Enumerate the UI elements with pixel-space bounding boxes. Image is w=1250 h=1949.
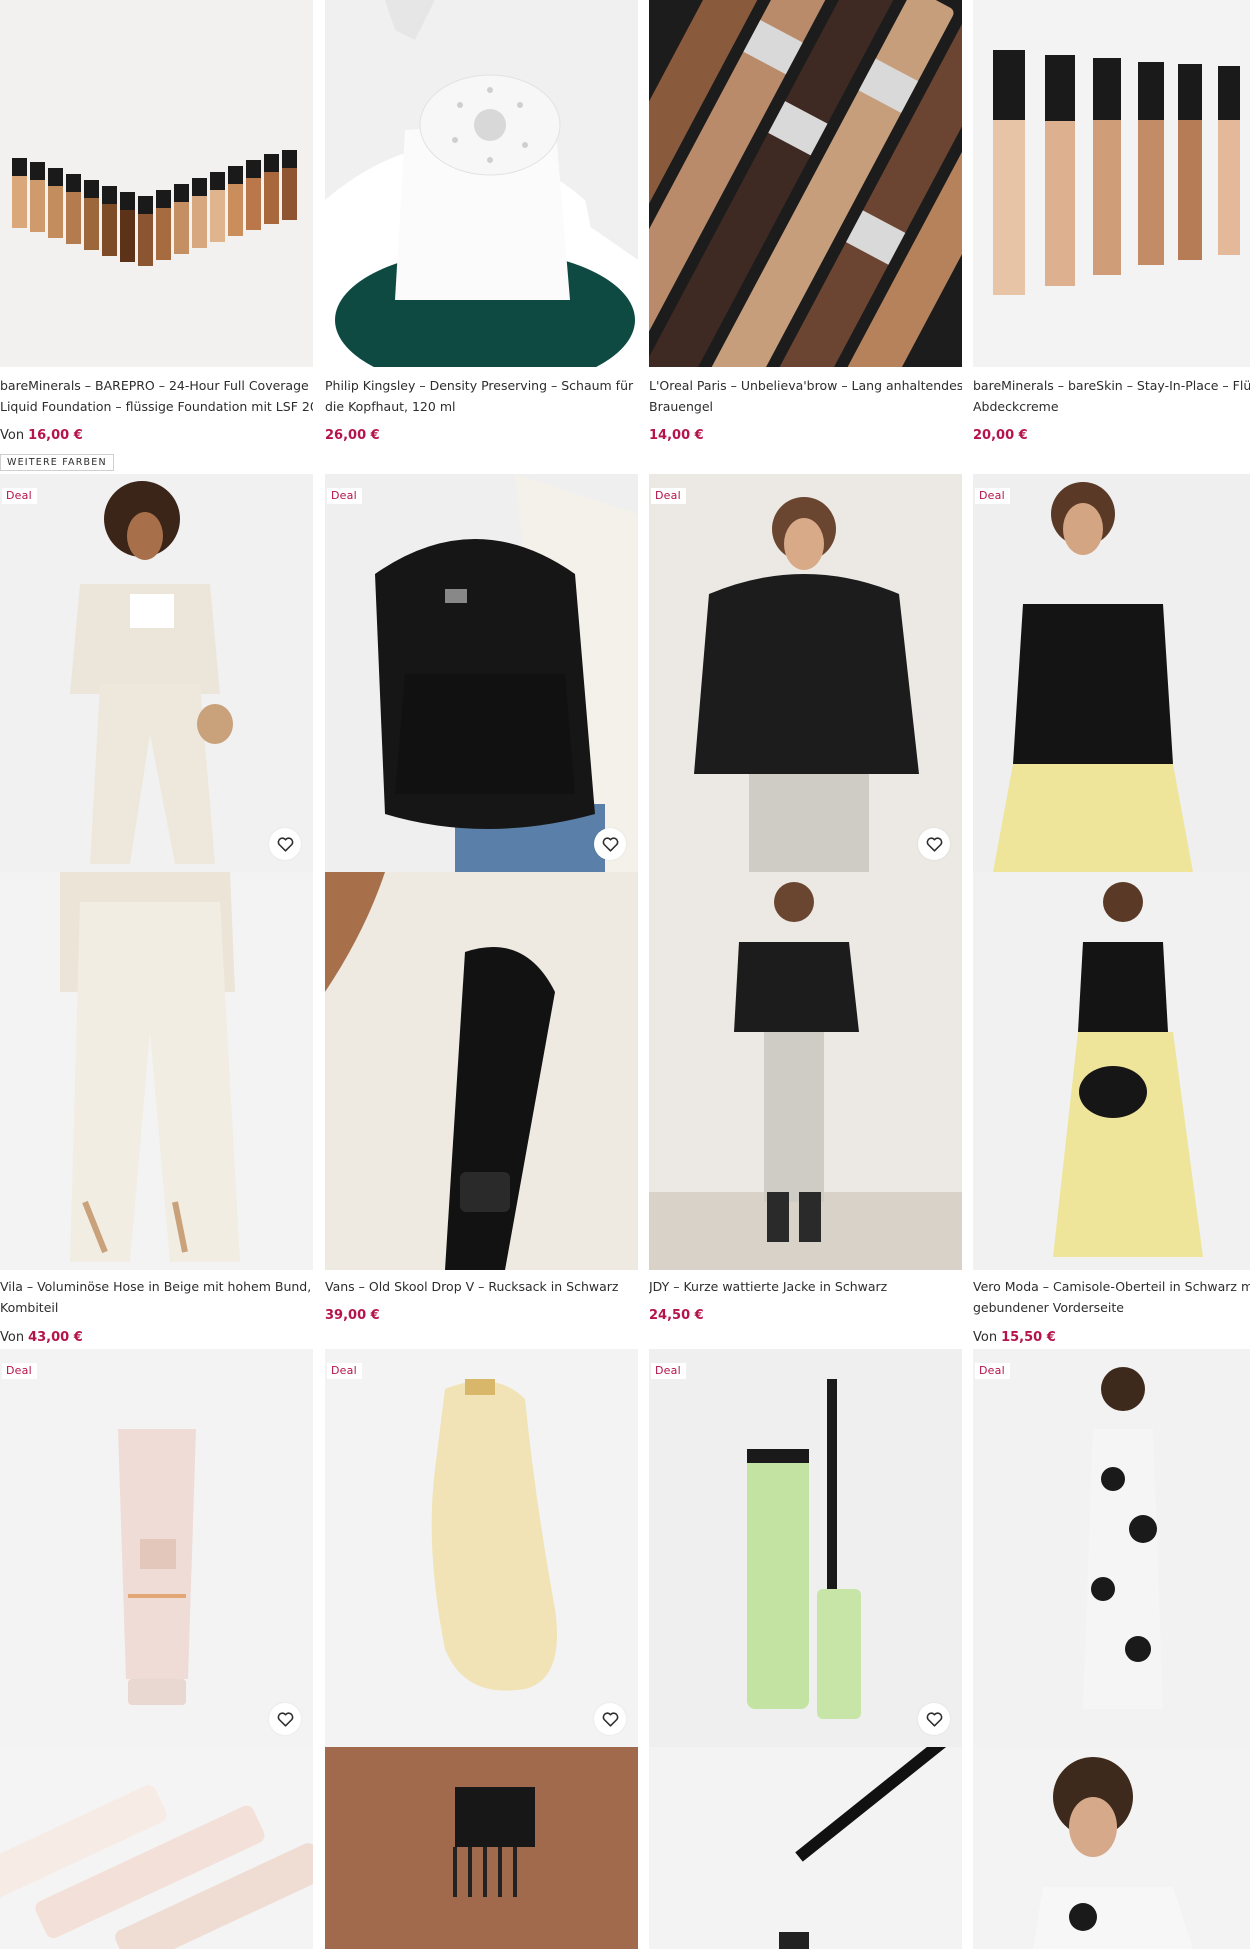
product-image-secondary[interactable]	[649, 872, 962, 1270]
product-price: 24,50 €	[649, 1308, 704, 1323]
black-camisole-full-image	[973, 872, 1250, 1270]
cow-print-dress-detail-image	[973, 1747, 1250, 1949]
product-image-secondary[interactable]	[973, 872, 1250, 1270]
product-title[interactable]: Vila – Voluminöse Hose in Beige mit hohe…	[0, 1276, 313, 1318]
product-image-secondary[interactable]	[649, 1747, 962, 1949]
green-mascara-image	[649, 1349, 962, 1747]
product-image[interactable]	[973, 0, 1250, 367]
product-price: Von 16,00 €	[0, 428, 83, 443]
mascara-brush-detail-image	[649, 1747, 962, 1949]
product-title[interactable]: L'Oreal Paris – Unbelieva'brow – Lang an…	[649, 375, 962, 417]
product-image[interactable]	[0, 0, 313, 367]
tinted-moisturizer-group-image	[0, 1747, 313, 1949]
save-to-wishlist-button[interactable]	[918, 1703, 950, 1735]
heart-icon	[926, 1711, 942, 1727]
hair-extension-clip-detail-image	[325, 1747, 638, 1949]
deal-badge: Deal	[651, 1363, 686, 1379]
heart-icon	[926, 836, 942, 852]
product-image-secondary[interactable]	[325, 872, 638, 1270]
product-card[interactable]: Deal Vila – Voluminöse Hose in Beige mit…	[0, 474, 313, 1354]
product-price: Von 15,50 €	[973, 1330, 1056, 1345]
heart-icon	[602, 836, 618, 852]
product-image-secondary[interactable]	[325, 1747, 638, 1949]
product-price: 20,00 €	[973, 428, 1028, 443]
black-puffer-jacket-full-image	[649, 872, 962, 1270]
product-card[interactable]: Deal	[973, 1349, 1250, 1949]
scalp-foam-bottle-image	[325, 0, 638, 367]
product-price: 26,00 €	[325, 428, 380, 443]
foundation-bottles-image	[0, 0, 313, 367]
product-price: Von 43,00 €	[0, 1330, 83, 1345]
save-to-wishlist-button[interactable]	[918, 828, 950, 860]
product-card[interactable]: Deal Vans – Old Skool Drop V – Rucksack …	[325, 474, 638, 1354]
product-title[interactable]: Vero Moda – Camisole-Oberteil in Schwarz…	[973, 1276, 1250, 1318]
product-image[interactable]: Deal	[0, 474, 313, 872]
product-grid-page: bareMinerals – BAREPRO – 24-Hour Full Co…	[0, 0, 1250, 1949]
model-beige-trousers-image	[0, 474, 313, 872]
product-card[interactable]: bareMinerals – BAREPRO – 24-Hour Full Co…	[0, 0, 313, 480]
deal-badge: Deal	[327, 488, 362, 504]
product-image-secondary[interactable]	[0, 1747, 313, 1949]
product-card[interactable]: bareMinerals – bareSkin – Stay-In-Place …	[973, 0, 1250, 460]
brow-gel-tubes-image	[649, 0, 962, 367]
deal-badge: Deal	[2, 1363, 37, 1379]
product-image[interactable]: Deal	[649, 474, 962, 872]
black-camisole-image	[973, 474, 1250, 872]
product-title[interactable]: bareMinerals – bareSkin – Stay-In-Place …	[973, 375, 1250, 417]
product-image[interactable]: Deal	[973, 1349, 1250, 1747]
heart-icon	[277, 1711, 293, 1727]
black-puffer-jacket-image	[649, 474, 962, 872]
product-image[interactable]: Deal	[649, 1349, 962, 1747]
blonde-hair-extension-image	[325, 1349, 638, 1747]
product-card[interactable]: Deal Vero Moda – Camisole-Oberteil in Sc…	[973, 474, 1250, 1354]
product-card[interactable]: Deal	[0, 1349, 313, 1949]
product-card[interactable]: Deal	[649, 1349, 962, 1949]
product-title[interactable]: JDY – Kurze wattierte Jacke in Schwarz	[649, 1276, 962, 1297]
tinted-moisturizer-tube-image	[0, 1349, 313, 1747]
deal-badge: Deal	[975, 1363, 1010, 1379]
model-beige-trousers-detail-image	[0, 872, 313, 1270]
product-title[interactable]: Vans – Old Skool Drop V – Rucksack in Sc…	[325, 1276, 638, 1297]
save-to-wishlist-button[interactable]	[269, 1703, 301, 1735]
deal-badge: Deal	[975, 488, 1010, 504]
cow-print-dress-image	[973, 1349, 1250, 1747]
deal-badge: Deal	[327, 1363, 362, 1379]
product-title[interactable]: Philip Kingsley – Density Preserving – S…	[325, 375, 638, 417]
more-colors-tag[interactable]: WEITERE FARBEN	[0, 454, 114, 471]
product-card[interactable]: L'Oreal Paris – Unbelieva'brow – Lang an…	[649, 0, 962, 460]
product-image[interactable]	[325, 0, 638, 367]
product-image-secondary[interactable]	[973, 1747, 1250, 1949]
deal-badge: Deal	[651, 488, 686, 504]
product-card[interactable]: Deal JDY – Kurze wattierte Jacke in Schw…	[649, 474, 962, 1354]
product-price: 39,00 €	[325, 1308, 380, 1323]
save-to-wishlist-button[interactable]	[594, 1703, 626, 1735]
product-image[interactable]: Deal	[0, 1349, 313, 1747]
heart-icon	[277, 836, 293, 852]
product-card[interactable]: Deal	[325, 1349, 638, 1949]
product-image-secondary[interactable]	[0, 872, 313, 1270]
black-backpack-image	[325, 474, 638, 872]
product-price: 14,00 €	[649, 428, 704, 443]
product-title[interactable]: bareMinerals – BAREPRO – 24-Hour Full Co…	[0, 375, 313, 417]
heart-icon	[602, 1711, 618, 1727]
concealer-tubes-image	[973, 0, 1250, 367]
product-image[interactable]: Deal	[325, 1349, 638, 1747]
save-to-wishlist-button[interactable]	[594, 828, 626, 860]
product-card[interactable]: Philip Kingsley – Density Preserving – S…	[325, 0, 638, 460]
save-to-wishlist-button[interactable]	[269, 828, 301, 860]
product-image[interactable]: Deal	[973, 474, 1250, 872]
product-image[interactable]	[649, 0, 962, 367]
deal-badge: Deal	[2, 488, 37, 504]
backpack-strap-detail-image	[325, 872, 638, 1270]
product-image[interactable]: Deal	[325, 474, 638, 872]
